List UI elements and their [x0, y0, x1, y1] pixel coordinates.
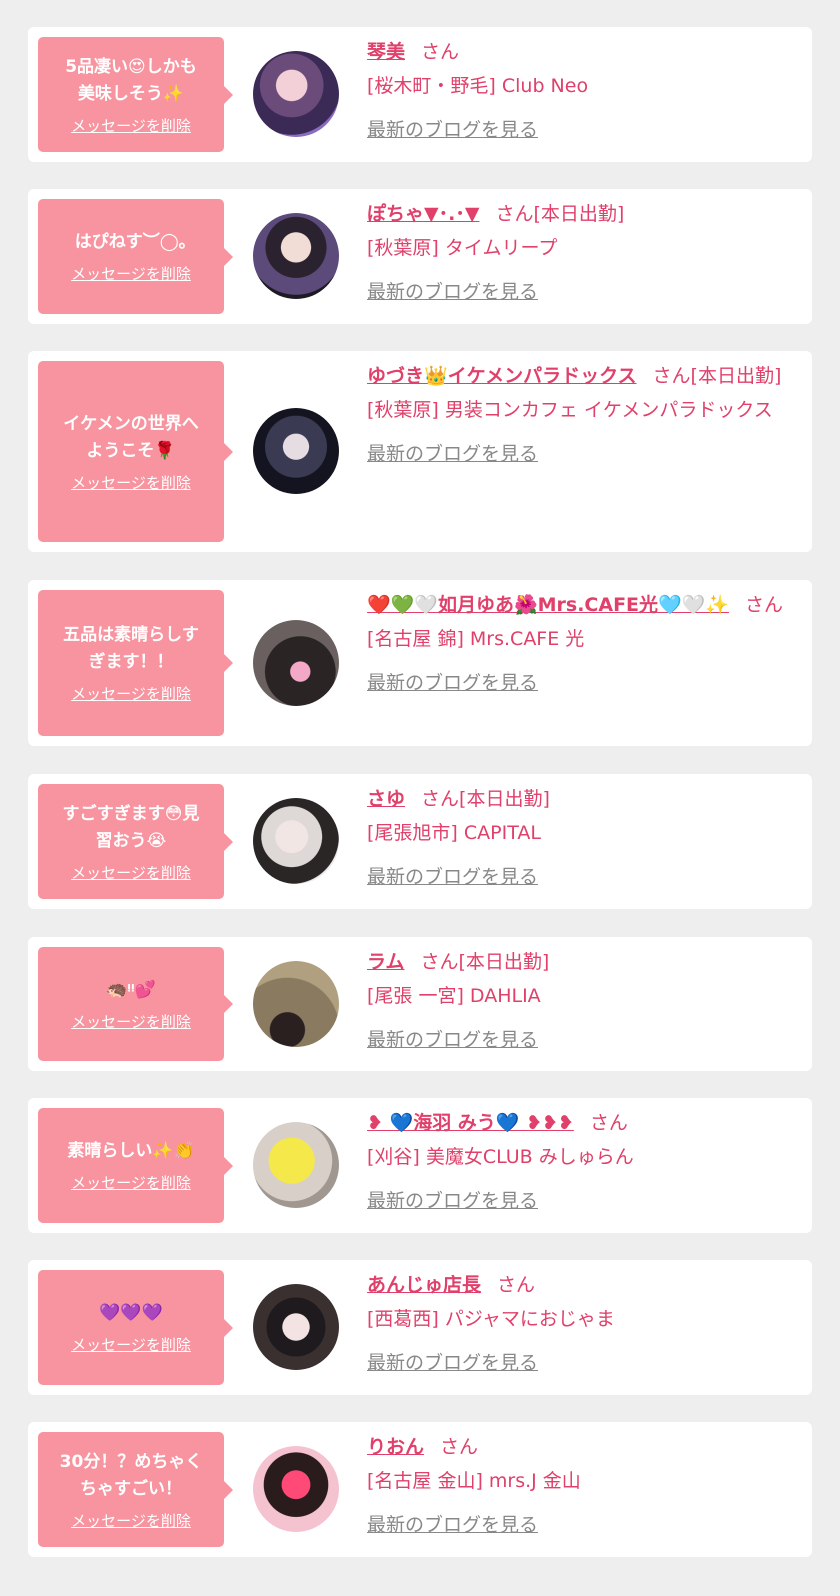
- honorific: さん: [745, 594, 784, 616]
- blog-link[interactable]: 最新のブログを見る: [367, 1184, 802, 1218]
- delete-message-link[interactable]: メッセージを削除: [71, 684, 191, 704]
- message-bubble: 💜💜💜 メッセージを削除: [38, 1270, 233, 1385]
- message-text: 五品は素晴らしす ぎます！！: [63, 625, 199, 672]
- cast-info: ゆづき👑イケメンパラドックス さん[本日出勤] [秋葉原] 男装コンカフェ イケメ…: [367, 359, 802, 471]
- message-text: 🦔ᵎᵎ💕: [106, 979, 156, 1000]
- shop-name: [名古屋 錦] Mrs.CAFE 光: [367, 628, 585, 650]
- avatar[interactable]: [253, 51, 339, 137]
- blog-link[interactable]: 最新のブログを見る: [367, 275, 802, 309]
- shop-name: [桜木町・野毛] Club Neo: [367, 75, 589, 97]
- list-item: 🦔ᵎᵎ💕 メッセージを削除 ラム さん[本日出勤] [尾張 一宮] DAHLIA …: [28, 937, 812, 1071]
- cast-name-link[interactable]: さゆ: [367, 788, 405, 810]
- delete-message-link[interactable]: メッセージを削除: [71, 473, 191, 493]
- shop-name: [尾張旭市] CAPITAL: [367, 822, 541, 844]
- delete-message-link[interactable]: メッセージを削除: [71, 1511, 191, 1531]
- honorific: さん: [440, 1436, 479, 1458]
- shop-name: [刈谷] 美魔女CLUB みしゅらん: [367, 1146, 634, 1168]
- cast-info: あんじゅ店長 さん [西葛西] パジャマにおじゃま 最新のブログを見る: [367, 1268, 802, 1380]
- cast-name-link[interactable]: ❤️💚🤍如月ゆあ🌺Mrs.CAFE光🩵🤍✨: [367, 594, 729, 616]
- status-badge: [本日出勤]: [459, 788, 550, 810]
- delete-message-link[interactable]: メッセージを削除: [71, 1335, 191, 1355]
- delete-message-link[interactable]: メッセージを削除: [71, 264, 191, 284]
- avatar[interactable]: [253, 961, 339, 1047]
- cast-name-link[interactable]: ラム: [367, 951, 404, 973]
- cast-info: りおん さん [名古屋 金山] mrs.J 金山 最新のブログを見る: [367, 1430, 802, 1542]
- blog-link[interactable]: 最新のブログを見る: [367, 113, 802, 147]
- cast-name-link[interactable]: ぽちゃ▼･.･▼: [367, 203, 479, 225]
- shop-name: [秋葉原] タイムリープ: [367, 237, 558, 259]
- honorific: さん: [497, 1274, 536, 1296]
- message-text: 素晴らしい✨👏: [67, 1141, 195, 1161]
- status-badge: [本日出勤]: [690, 365, 782, 387]
- cast-info: ぽちゃ▼･.･▼ さん[本日出勤] [秋葉原] タイムリープ 最新のブログを見る: [367, 197, 802, 309]
- message-bubble: はぴねす︶◯｡ メッセージを削除: [38, 199, 233, 314]
- blog-link[interactable]: 最新のブログを見る: [367, 666, 802, 700]
- message-bubble: 🦔ᵎᵎ💕 メッセージを削除: [38, 947, 233, 1061]
- list-item: 5品凄い😍しかも 美味しそう✨ メッセージを削除 琴美 さん [桜木町・野毛] C…: [28, 27, 812, 162]
- honorific: さん: [421, 788, 460, 810]
- message-text: はぴねす︶◯｡: [74, 232, 188, 252]
- avatar[interactable]: [253, 408, 339, 494]
- message-text: イケメンの世界へ ようこそ🌹: [63, 413, 199, 461]
- avatar[interactable]: [253, 1284, 339, 1370]
- cast-info: ❥ 💙海羽 みう💙 ❥❥❥ さん [刈谷] 美魔女CLUB みしゅらん 最新のブロ…: [367, 1106, 802, 1218]
- cast-info: さゆ さん[本日出勤] [尾張旭市] CAPITAL 最新のブログを見る: [367, 782, 802, 894]
- message-list: 5品凄い😍しかも 美味しそう✨ メッセージを削除 琴美 さん [桜木町・野毛] C…: [0, 0, 840, 1596]
- cast-name-link[interactable]: 琴美: [367, 41, 405, 63]
- honorific: さん: [589, 1112, 628, 1134]
- shop-name: [名古屋 金山] mrs.J 金山: [367, 1470, 581, 1492]
- avatar[interactable]: [253, 798, 339, 884]
- list-item: すごすぎます😳見 習おう😭 メッセージを削除 さゆ さん[本日出勤] [尾張旭市]…: [28, 774, 812, 909]
- message-text: 💜💜💜: [99, 1303, 163, 1323]
- status-badge: [本日出勤]: [533, 203, 625, 225]
- cast-info: ❤️💚🤍如月ゆあ🌺Mrs.CAFE光🩵🤍✨ さん [名古屋 錦] Mrs.CAFE…: [367, 588, 802, 700]
- list-item: はぴねす︶◯｡ メッセージを削除 ぽちゃ▼･.･▼ さん[本日出勤] [秋葉原] …: [28, 189, 812, 324]
- blog-link[interactable]: 最新のブログを見る: [367, 1346, 802, 1380]
- delete-message-link[interactable]: メッセージを削除: [71, 863, 191, 883]
- honorific: さん: [420, 951, 459, 973]
- message-bubble: 素晴らしい✨👏 メッセージを削除: [38, 1108, 233, 1223]
- shop-name: [秋葉原] 男装コンカフェ イケメンパラドックス: [367, 399, 773, 421]
- blog-link[interactable]: 最新のブログを見る: [367, 437, 802, 471]
- cast-name-link[interactable]: あんじゅ店長: [367, 1274, 481, 1296]
- cast-name-link[interactable]: ゆづき👑イケメンパラドックス: [367, 365, 637, 387]
- list-item: イケメンの世界へ ようこそ🌹 メッセージを削除 ゆづき👑イケメンパラドックス さん…: [28, 351, 812, 552]
- message-bubble: 5品凄い😍しかも 美味しそう✨ メッセージを削除: [38, 37, 233, 152]
- honorific: さん: [495, 203, 534, 225]
- list-item: 五品は素晴らしす ぎます！！ メッセージを削除 ❤️💚🤍如月ゆあ🌺Mrs.CAF…: [28, 580, 812, 746]
- delete-message-link[interactable]: メッセージを削除: [71, 116, 191, 136]
- list-item: 30分！？めちゃく ちゃすごい！ メッセージを削除 りおん さん [名古屋 金山]…: [28, 1422, 812, 1557]
- honorific: さん: [652, 365, 691, 387]
- honorific: さん: [421, 41, 460, 63]
- message-bubble: すごすぎます😳見 習おう😭 メッセージを削除: [38, 784, 233, 899]
- delete-message-link[interactable]: メッセージを削除: [71, 1173, 191, 1193]
- status-badge: [本日出勤]: [458, 951, 550, 973]
- blog-link[interactable]: 最新のブログを見る: [367, 1508, 802, 1542]
- message-bubble: 五品は素晴らしす ぎます！！ メッセージを削除: [38, 590, 233, 736]
- list-item: 💜💜💜 メッセージを削除 あんじゅ店長 さん [西葛西] パジャマにおじゃま 最新…: [28, 1260, 812, 1395]
- message-text: すごすぎます😳見 習おう😭: [62, 803, 200, 851]
- delete-message-link[interactable]: メッセージを削除: [71, 1012, 191, 1032]
- message-text: 30分！？めちゃく ちゃすごい！: [59, 1451, 203, 1499]
- list-item: 素晴らしい✨👏 メッセージを削除 ❥ 💙海羽 みう💙 ❥❥❥ さん [刈谷] 美魔…: [28, 1098, 812, 1233]
- blog-link[interactable]: 最新のブログを見る: [367, 1023, 802, 1057]
- message-bubble: イケメンの世界へ ようこそ🌹 メッセージを削除: [38, 361, 233, 542]
- cast-name-link[interactable]: ❥ 💙海羽 みう💙 ❥❥❥: [367, 1112, 574, 1134]
- avatar[interactable]: [253, 213, 339, 299]
- shop-name: [尾張 一宮] DAHLIA: [367, 985, 541, 1007]
- cast-name-link[interactable]: りおん: [367, 1436, 424, 1458]
- cast-info: ラム さん[本日出勤] [尾張 一宮] DAHLIA 最新のブログを見る: [367, 945, 802, 1057]
- blog-link[interactable]: 最新のブログを見る: [367, 860, 802, 894]
- avatar[interactable]: [253, 1446, 339, 1532]
- avatar[interactable]: [253, 1122, 339, 1208]
- shop-name: [西葛西] パジャマにおじゃま: [367, 1308, 615, 1330]
- message-text: 5品凄い😍しかも 美味しそう✨: [65, 56, 197, 104]
- avatar[interactable]: [253, 620, 339, 706]
- cast-info: 琴美 さん [桜木町・野毛] Club Neo 最新のブログを見る: [367, 35, 802, 147]
- message-bubble: 30分！？めちゃく ちゃすごい！ メッセージを削除: [38, 1432, 233, 1547]
